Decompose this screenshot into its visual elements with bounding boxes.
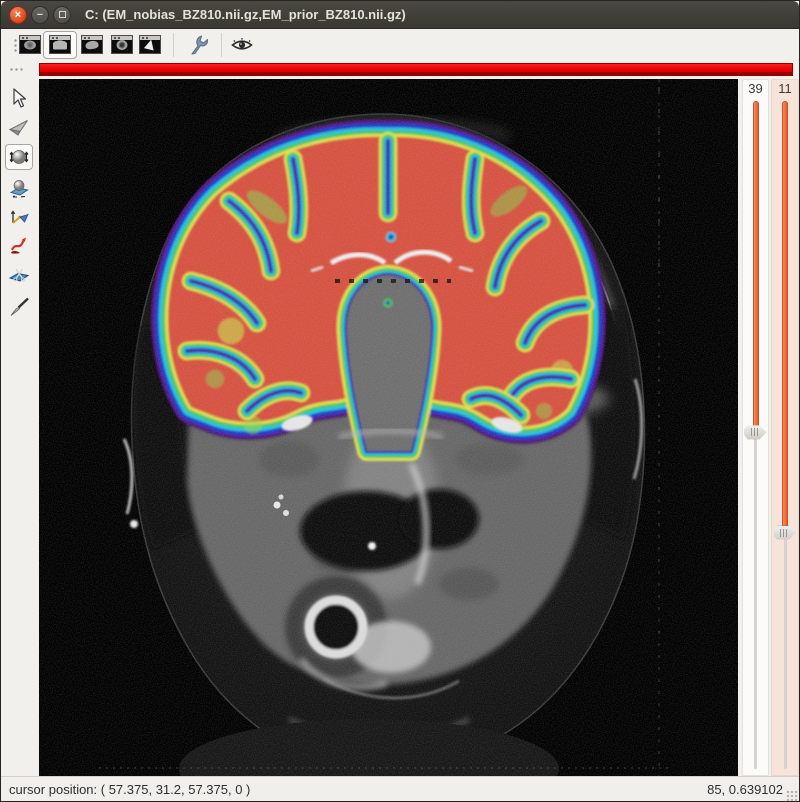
- tool-move-axes[interactable]: [5, 203, 33, 229]
- application-window: × − C: (EM_nobias_BZ810.nii.gz,EM_prior_…: [0, 0, 800, 802]
- tool-paint-brush[interactable]: [5, 294, 33, 320]
- tool-spline[interactable]: [5, 231, 33, 257]
- eye-icon: [229, 32, 255, 58]
- spline-icon: [8, 233, 30, 255]
- tool-trackball-rotate[interactable]: [5, 144, 33, 170]
- slider-value-label: 39: [743, 81, 768, 96]
- slice-slider-column[interactable]: 39: [742, 79, 769, 776]
- fly-navigation-icon: [8, 115, 30, 137]
- tool-pointer[interactable]: [5, 85, 33, 111]
- slider-value-label: 11: [772, 81, 798, 96]
- tool-plane-rotate[interactable]: [5, 175, 33, 201]
- view-button-axial[interactable]: [19, 35, 43, 56]
- slider-handle-grip-lines: [751, 428, 759, 436]
- coronal-view-thumbnail-icon: [49, 35, 71, 54]
- opacity-slider-column[interactable]: 11: [771, 79, 799, 776]
- main-toolbar: [1, 29, 799, 61]
- trackball-rotate-icon: [8, 146, 30, 168]
- voxel-value-text: 85, 0.639102: [707, 782, 783, 797]
- ortho-view-thumbnail-icon: [111, 35, 133, 54]
- maximize-button[interactable]: [53, 6, 71, 24]
- slice-slider-bar[interactable]: [39, 63, 793, 76]
- toolbar-drag-grip[interactable]: [13, 38, 18, 54]
- view-button-sagittal[interactable]: [81, 35, 105, 56]
- slider-handle[interactable]: [774, 526, 796, 540]
- sagittal-view-thumbnail-icon: [81, 35, 103, 54]
- slider-handle-grip-lines: [780, 529, 788, 537]
- left-tool-palette: [1, 79, 39, 776]
- plane-rotate-icon: [8, 177, 30, 199]
- slider-fill: [753, 101, 759, 432]
- slice-slider-grip[interactable]: [9, 67, 25, 72]
- slider-track[interactable]: [743, 101, 768, 769]
- statusbar: cursor position: ( 57.375, 31.2, 57.375,…: [1, 776, 799, 802]
- 3d-view-thumbnail-icon: [139, 35, 161, 54]
- pointer-icon: [8, 87, 30, 109]
- settings-button[interactable]: [185, 32, 211, 58]
- close-button[interactable]: ×: [9, 6, 27, 24]
- move-axes-icon: [8, 205, 30, 227]
- tool-cut-plane[interactable]: [5, 263, 33, 289]
- titlebar[interactable]: × − C: (EM_nobias_BZ810.nii.gz,EM_prior_…: [1, 1, 799, 29]
- toolbar-separator-2: [221, 33, 222, 57]
- right-slider-panel: 39 11: [738, 79, 800, 776]
- visibility-button[interactable]: [229, 32, 255, 58]
- view-button-coronal[interactable]: [49, 35, 73, 56]
- slider-handle[interactable]: [745, 425, 767, 439]
- window-title: C: (EM_nobias_BZ810.nii.gz,EM_prior_BZ81…: [85, 1, 406, 29]
- slice-slider-row: [1, 61, 799, 79]
- view-button-ortho[interactable]: [111, 35, 135, 56]
- axial-view-thumbnail-icon: [19, 35, 41, 54]
- mri-coronal-slice-with-overlay: [39, 79, 738, 776]
- wrench-icon: [185, 32, 211, 58]
- cut-plane-icon: [8, 265, 30, 287]
- maximize-icon: [59, 11, 66, 18]
- slider-track[interactable]: [772, 101, 798, 769]
- slider-fill: [782, 101, 788, 533]
- image-canvas[interactable]: [39, 79, 738, 776]
- minimize-button[interactable]: −: [31, 6, 49, 24]
- cursor-position-text: cursor position: ( 57.375, 31.2, 57.375,…: [9, 782, 250, 797]
- paint-brush-icon: [8, 296, 30, 318]
- window-resize-grip[interactable]: [786, 790, 798, 802]
- view-button-3d[interactable]: [139, 35, 163, 56]
- toolbar-separator: [173, 33, 174, 57]
- tool-fly-navigation[interactable]: [5, 113, 33, 139]
